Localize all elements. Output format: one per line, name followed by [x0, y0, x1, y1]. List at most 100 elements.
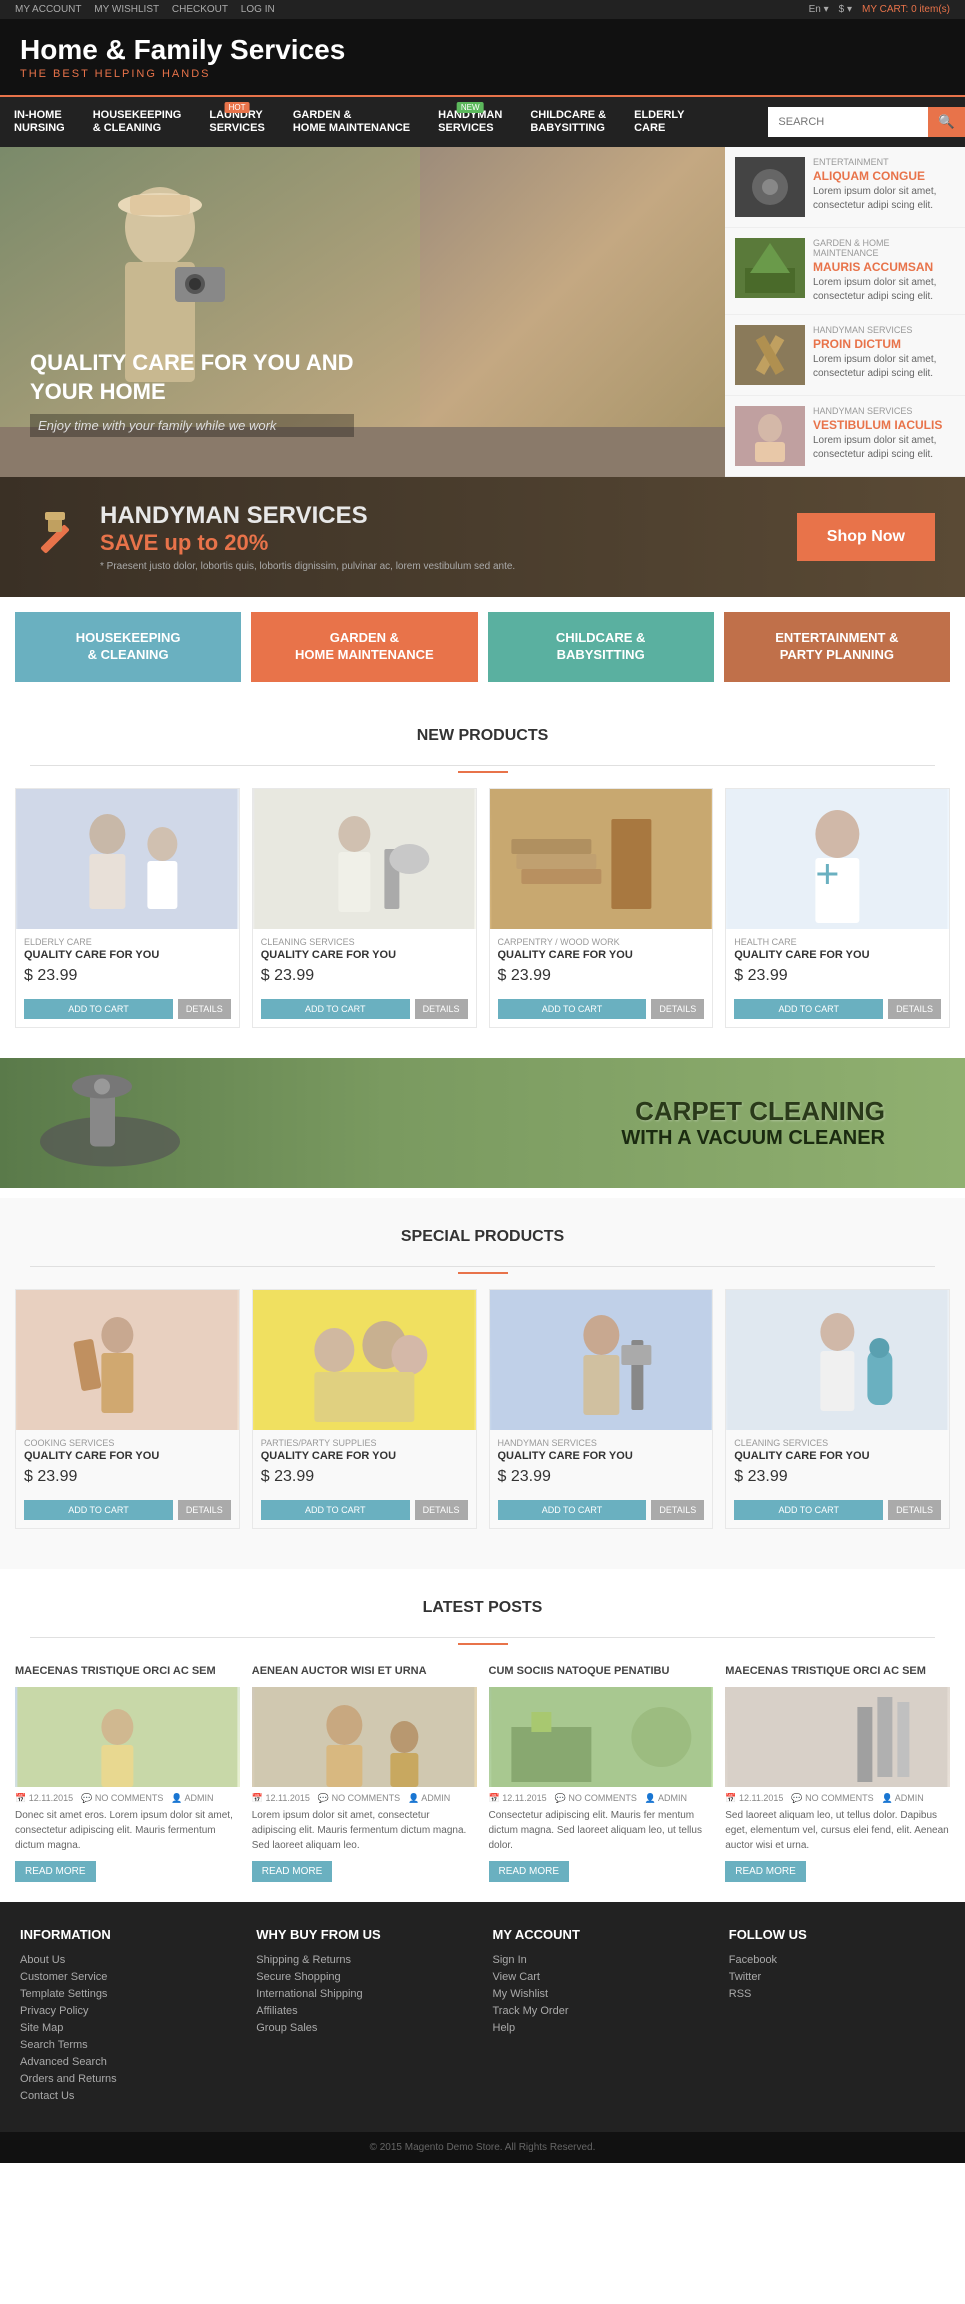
product-price-2: $ 23.99	[498, 967, 705, 985]
add-to-cart-2[interactable]: ADD TO CART	[498, 999, 647, 1019]
sidebar-cat-1: GARDEN & HOME MAINTENANCE	[813, 238, 955, 258]
checkout-link[interactable]: CHECKOUT	[172, 4, 228, 15]
cat-box-childcare[interactable]: CHILDCARE & BABYSITTING	[488, 612, 714, 682]
read-more-3[interactable]: READ MORE	[725, 1861, 806, 1882]
special-add-to-cart-1[interactable]: ADD TO CART	[261, 1500, 410, 1520]
details-3[interactable]: DETAILS	[888, 999, 941, 1019]
footer-link-advancedsearch[interactable]: Advanced Search	[20, 2056, 236, 2068]
footer-link-customer[interactable]: Customer Service	[20, 1971, 236, 1983]
special-product-price-3: $ 23.99	[734, 1468, 941, 1486]
nav-item-garden[interactable]: GARDEN & HOME MAINTENANCE	[279, 97, 424, 147]
special-add-to-cart-2[interactable]: ADD TO CART	[498, 1500, 647, 1520]
special-products-section: SPECIAL PRODUCTS COOKING SERVICES QUALIT…	[0, 1198, 965, 1569]
special-details-3[interactable]: DETAILS	[888, 1500, 941, 1520]
special-product-cat-2: HANDYMAN SERVICES	[498, 1438, 705, 1448]
special-details-2[interactable]: DETAILS	[651, 1500, 704, 1520]
footer-link-affiliates[interactable]: Affiliates	[256, 2005, 472, 2017]
nav-item-laundry[interactable]: HOT LAUNDRY SERVICES	[195, 97, 278, 147]
nav-link-childcare[interactable]: CHILDCARE & BABYSITTING	[516, 97, 620, 147]
post-card-1: AENEAN AUCTOR WISI ET URNA 📅 12.11.2015 …	[252, 1660, 477, 1882]
special-details-1[interactable]: DETAILS	[415, 1500, 468, 1520]
footer-link-secure[interactable]: Secure Shopping	[256, 1971, 472, 1983]
my-account-link[interactable]: MY ACCOUNT	[15, 4, 82, 15]
nav-link-housekeeping[interactable]: HOUSEKEEPING & CLEANING	[79, 97, 196, 147]
currency-selector[interactable]: $ ▾	[839, 4, 852, 15]
sidebar-text-3: Lorem ipsum dolor sit amet, consectetur …	[813, 434, 955, 462]
sidebar-title-2[interactable]: PROIN DICTUM	[813, 337, 955, 351]
details-0[interactable]: DETAILS	[178, 999, 231, 1019]
my-wishlist-link[interactable]: MY WISHLIST	[94, 4, 159, 15]
sidebar-content-3: HANDYMAN SERVICES VESTIBULUM IACULIS Lor…	[813, 406, 955, 466]
main-nav: IN-HOME NURSING HOUSEKEEPING & CLEANING …	[0, 95, 965, 147]
footer-link-help[interactable]: Help	[493, 2022, 709, 2034]
read-more-1[interactable]: READ MORE	[252, 1861, 333, 1882]
footer-link-trackorder[interactable]: Track My Order	[493, 2005, 709, 2017]
footer-link-template[interactable]: Template Settings	[20, 1988, 236, 2000]
nav-item-housekeeping[interactable]: HOUSEKEEPING & CLEANING	[79, 97, 196, 147]
add-to-cart-3[interactable]: ADD TO CART	[734, 999, 883, 1019]
special-add-to-cart-3[interactable]: ADD TO CART	[734, 1500, 883, 1520]
footer-link-about[interactable]: About Us	[20, 1954, 236, 1966]
cat-box-housekeeping[interactable]: HOUSEKEEPING & CLEANING	[15, 612, 241, 682]
handyman-badge: NEW	[457, 102, 484, 113]
footer-link-twitter[interactable]: Twitter	[729, 1971, 945, 1983]
footer-link-groupsales[interactable]: Group Sales	[256, 2022, 472, 2034]
cat-box-garden[interactable]: GARDEN & HOME MAINTENANCE	[251, 612, 477, 682]
search-input[interactable]	[768, 107, 928, 137]
nav-item-inhome[interactable]: IN-HOME NURSING	[0, 97, 79, 147]
search-button[interactable]: 🔍	[928, 107, 965, 137]
sidebar-title-0[interactable]: ALIQUAM CONGUE	[813, 169, 955, 183]
footer-link-privacy[interactable]: Privacy Policy	[20, 2005, 236, 2017]
carpet-title-line2: WITH A VACUUM CLEANER	[621, 1127, 885, 1150]
footer-link-facebook[interactable]: Facebook	[729, 1954, 945, 1966]
nav-item-childcare[interactable]: CHILDCARE & BABYSITTING	[516, 97, 620, 147]
nav-link-elderly[interactable]: ELDERLY CARE	[620, 97, 698, 147]
footer-link-intlship[interactable]: International Shipping	[256, 1988, 472, 2000]
banner-line1: HANDYMAN SERVICES	[100, 502, 515, 530]
nav-link-garden[interactable]: GARDEN & HOME MAINTENANCE	[279, 97, 424, 147]
special-products-inner: SPECIAL PRODUCTS COOKING SERVICES QUALIT…	[0, 1198, 965, 1549]
language-selector[interactable]: En ▾	[809, 4, 829, 15]
special-details-0[interactable]: DETAILS	[178, 1500, 231, 1520]
footer-link-shipping[interactable]: Shipping & Returns	[256, 1954, 472, 1966]
sidebar-title-3[interactable]: VESTIBULUM IACULIS	[813, 418, 955, 432]
footer-link-rss[interactable]: RSS	[729, 1988, 945, 2000]
new-products-grid: ELDERLY CARE QUALITY CARE FOR YOU $ 23.9…	[15, 788, 950, 1028]
read-more-2[interactable]: READ MORE	[489, 1861, 570, 1882]
new-products-title: NEW PRODUCTS	[30, 707, 935, 766]
read-more-0[interactable]: READ MORE	[15, 1861, 96, 1882]
footer-link-sitemap[interactable]: Site Map	[20, 2022, 236, 2034]
footer-link-contact[interactable]: Contact Us	[20, 2090, 236, 2102]
footer-link-orders[interactable]: Orders and Returns	[20, 2073, 236, 2085]
footer-link-viewcart[interactable]: View Cart	[493, 1971, 709, 1983]
add-to-cart-1[interactable]: ADD TO CART	[261, 999, 410, 1019]
nav-link-inhome[interactable]: IN-HOME NURSING	[0, 97, 79, 147]
nav-item-handyman[interactable]: NEW HANDYMAN SERVICES	[424, 97, 516, 147]
sidebar-title-1[interactable]: MAURIS ACCUMSAN	[813, 260, 955, 274]
product-cat-0: ELDERLY CARE	[24, 937, 231, 947]
product-actions-0: ADD TO CART DETAILS	[16, 999, 239, 1027]
footer-col-whybuy: WHY BUY FROM US Shipping & Returns Secur…	[256, 1927, 472, 2107]
add-to-cart-0[interactable]: ADD TO CART	[24, 999, 173, 1019]
footer-link-wishlist[interactable]: My Wishlist	[493, 1988, 709, 2000]
cat-box-entertainment[interactable]: ENTERTAINMENT & PARTY PLANNING	[724, 612, 950, 682]
footer-link-searchterms[interactable]: Search Terms	[20, 2039, 236, 2051]
hero-overlay: QUALITY CARE FOR YOU AND YOUR HOME Enjoy…	[30, 349, 354, 437]
login-link[interactable]: LOG IN	[241, 4, 275, 15]
special-product-img-handyman	[490, 1290, 713, 1430]
cart-info[interactable]: MY CART: 0 item(s)	[862, 4, 950, 15]
new-product-0: ELDERLY CARE QUALITY CARE FOR YOU $ 23.9…	[15, 788, 240, 1028]
special-product-3: CLEANING SERVICES QUALITY CARE FOR YOU $…	[725, 1289, 950, 1529]
details-2[interactable]: DETAILS	[651, 999, 704, 1019]
special-product-name-3: QUALITY CARE FOR YOU	[734, 1450, 941, 1462]
details-1[interactable]: DETAILS	[415, 999, 468, 1019]
top-bar-right: En ▾ $ ▾ MY CART: 0 item(s)	[809, 4, 950, 15]
product-info-2: CARPENTRY / WOOD WORK QUALITY CARE FOR Y…	[490, 929, 713, 999]
nav-item-elderly[interactable]: ELDERLY CARE	[620, 97, 698, 147]
special-products-grid: COOKING SERVICES QUALITY CARE FOR YOU $ …	[15, 1289, 950, 1529]
special-add-to-cart-0[interactable]: ADD TO CART	[24, 1500, 173, 1520]
special-product-0: COOKING SERVICES QUALITY CARE FOR YOU $ …	[15, 1289, 240, 1529]
special-product-info-0: COOKING SERVICES QUALITY CARE FOR YOU $ …	[16, 1430, 239, 1500]
shop-now-button[interactable]: Shop Now	[797, 513, 935, 561]
footer-link-signin[interactable]: Sign In	[493, 1954, 709, 1966]
